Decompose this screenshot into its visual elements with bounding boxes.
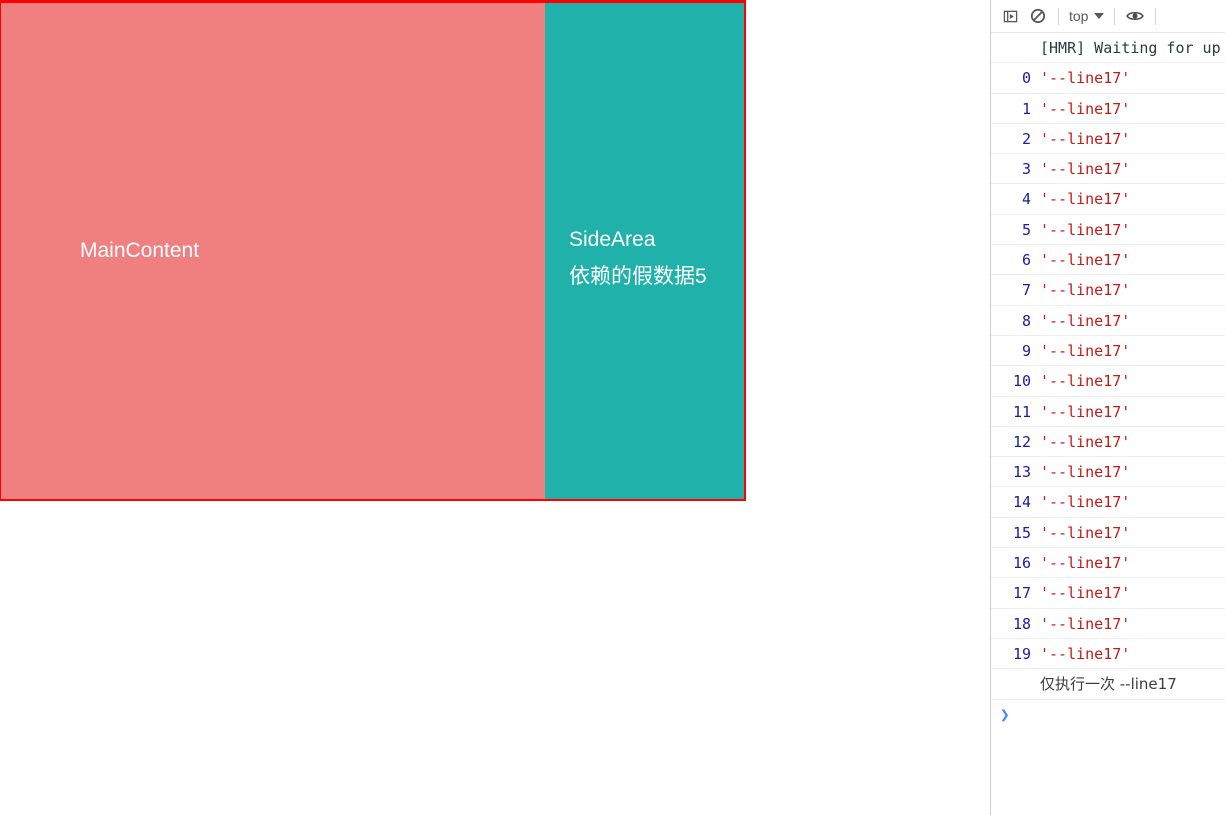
console-message-row[interactable]: 10 '--line17' (991, 366, 1225, 397)
console-message-row[interactable]: 7 '--line17' (991, 275, 1225, 306)
console-message-row[interactable]: 14 '--line17' (991, 487, 1225, 518)
console-prompt[interactable]: ❯ (991, 700, 1225, 730)
console-message-text: '--line17' (1040, 129, 1131, 148)
console-message-text: '--line17' (1040, 463, 1131, 482)
console-message-row[interactable]: 19 '--line17' (991, 639, 1225, 670)
console-message-index: 18 (1012, 614, 1031, 633)
console-message-row[interactable]: 18 '--line17' (991, 609, 1225, 639)
console-message-row[interactable]: 6 '--line17' (991, 245, 1225, 276)
eye-icon[interactable] (1121, 3, 1149, 29)
side-area-panel: SideArea 依赖的假数据5 (545, 3, 744, 499)
console-message-row[interactable]: 16 '--line17' (991, 548, 1225, 579)
console-message-index: 1 (1021, 99, 1031, 118)
console-message-row[interactable]: 2 '--line17' (991, 124, 1225, 155)
console-message-index: 10 (1012, 372, 1031, 391)
console-message-row[interactable]: 3 '--line17' (991, 154, 1225, 185)
console-message-row[interactable]: 15 '--line17' (991, 518, 1225, 549)
execution-context-label: top (1069, 8, 1089, 24)
console-message-index: 13 (1012, 463, 1031, 482)
execution-context-select[interactable]: top (1065, 8, 1108, 24)
console-message-text: '--line17' (1040, 432, 1131, 451)
toolbar-divider-3 (1155, 7, 1157, 25)
main-content-label: MainContent (80, 238, 200, 262)
console-message-text: '--line17' (1040, 341, 1131, 360)
console-message-row[interactable]: 4 '--line17' (991, 184, 1225, 215)
console-message-text: '--line17' (1040, 251, 1131, 270)
console-message-row[interactable]: 12 '--line17' (991, 427, 1225, 458)
console-message-index: 11 (1012, 402, 1031, 421)
console-message-row[interactable]: 13 '--line17' (991, 457, 1225, 488)
console-message-text: '--line17' (1040, 584, 1131, 603)
console-message-text: '--line17' (1040, 644, 1131, 663)
console-message-text: '--line17' (1040, 69, 1131, 88)
show-console-sidebar-icon[interactable] (996, 3, 1024, 29)
console-message-text: [HMR] Waiting for up (1040, 39, 1221, 57)
side-area-title: SideArea (569, 228, 656, 251)
console-message-index: 6 (1021, 251, 1031, 270)
side-area-subtitle: 依赖的假数据5 (569, 265, 707, 289)
prompt-chevron-icon: ❯ (1000, 705, 1010, 725)
chevron-down-icon (1094, 13, 1105, 19)
console-message-row[interactable]: 5 '--line17' (991, 215, 1225, 246)
console-message-row[interactable]: 17 '--line17' (991, 578, 1225, 609)
console-message-index: 2 (1021, 129, 1031, 148)
toolbar-divider-2 (1114, 7, 1116, 25)
console-message-index: 12 (1012, 432, 1031, 451)
console-message-row[interactable]: 仅执行一次 --line17 (991, 669, 1225, 700)
browser-viewport: MainContent SideArea 依赖的假数据5 (0, 0, 990, 815)
console-message-text: 仅执行一次 --line17 (1040, 675, 1177, 694)
console-message-text: '--line17' (1040, 311, 1131, 330)
console-message-index: 9 (1021, 341, 1031, 360)
console-message-text: '--line17' (1040, 160, 1131, 179)
console-message-index: 14 (1012, 493, 1031, 512)
console-message-index: 5 (1021, 220, 1031, 239)
console-message-index: 7 (1021, 281, 1031, 300)
console-message-index: 3 (1021, 160, 1031, 179)
console-message-text: '--line17' (1040, 523, 1131, 542)
console-message-row[interactable]: 11 '--line17' (991, 397, 1225, 427)
console-message-text: '--line17' (1040, 190, 1131, 209)
console-message-text: '--line17' (1040, 402, 1131, 421)
console-message-list[interactable]: [HMR] Waiting for up 0 '--line17' 1 '--line1… (991, 33, 1225, 700)
console-message-text: '--line17' (1040, 281, 1131, 300)
console-message-index: 16 (1012, 554, 1031, 573)
screen: MainContent SideArea 依赖的假数据5 top [HMR] W… (0, 0, 1225, 815)
console-message-text: '--line17' (1040, 614, 1131, 633)
console-message-text: '--line17' (1040, 554, 1131, 573)
console-message-text: '--line17' (1040, 99, 1131, 118)
console-message-row[interactable]: [HMR] Waiting for up (991, 33, 1225, 64)
main-content-panel: MainContent (1, 3, 545, 499)
console-message-row[interactable]: 0 '--line17' (991, 63, 1225, 94)
console-message-index: 19 (1012, 644, 1031, 663)
console-message-index: 8 (1021, 311, 1031, 330)
devtools-console-panel: top [HMR] Waiting for up 0 '--line17' 1 '--l… (990, 0, 1225, 815)
console-message-text: '--line17' (1040, 493, 1131, 512)
clear-console-icon[interactable] (1024, 3, 1052, 29)
console-toolbar: top (991, 0, 1225, 33)
console-message-text: '--line17' (1040, 372, 1131, 391)
console-message-row[interactable]: 8 '--line17' (991, 306, 1225, 336)
console-message-index: 15 (1012, 523, 1031, 542)
console-message-text: '--line17' (1040, 220, 1131, 239)
console-message-index: 0 (1021, 69, 1031, 88)
toolbar-divider-1 (1058, 7, 1059, 25)
layout-container: MainContent SideArea 依赖的假数据5 (0, 0, 746, 501)
console-message-row[interactable]: 9 '--line17' (991, 336, 1225, 367)
console-message-index: 17 (1012, 584, 1031, 603)
console-message-row[interactable]: 1 '--line17' (991, 94, 1225, 124)
console-message-index: 4 (1021, 190, 1031, 209)
